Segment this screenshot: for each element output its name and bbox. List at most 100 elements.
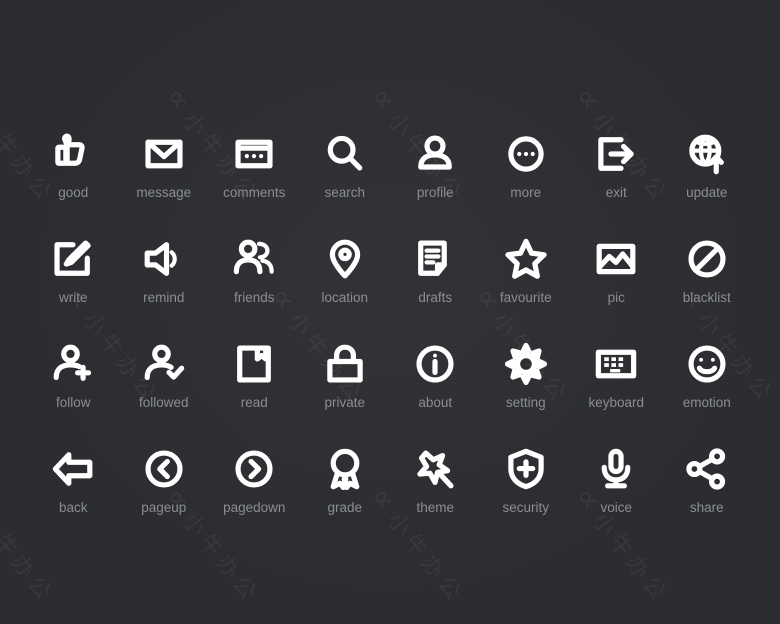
icon-grid: good message comments search profile more exit… (0, 118, 780, 538)
icon-cell-comments[interactable]: comments (209, 118, 300, 223)
shield-plus-icon[interactable] (504, 447, 548, 491)
icon-cell-drafts[interactable]: drafts (390, 223, 481, 328)
icon-cell-friends[interactable]: friends (209, 223, 300, 328)
icon-label-back: back (58, 500, 88, 515)
icon-cell-keyboard[interactable]: keyboard (571, 328, 662, 433)
icon-label-search: search (324, 185, 366, 200)
icon-label-message: message (136, 185, 192, 200)
globe-upload-icon[interactable] (685, 132, 729, 176)
icon-label-more: more (510, 185, 542, 200)
magnifier-icon[interactable] (323, 132, 367, 176)
icon-label-theme: theme (416, 500, 455, 515)
gear-icon[interactable] (504, 342, 548, 386)
chevron-right-circle-icon[interactable] (232, 447, 276, 491)
icon-cell-setting[interactable]: setting (481, 328, 572, 433)
icon-cell-blacklist[interactable]: blacklist (662, 223, 753, 328)
icon-cell-message[interactable]: message (119, 118, 210, 223)
icon-cell-share[interactable]: share (662, 433, 753, 538)
watermark-text: ∝小牛办公 (467, 0, 579, 10)
icon-label-private: private (324, 395, 366, 410)
info-circle-icon[interactable] (413, 342, 457, 386)
icon-cell-pageup[interactable]: pageup (119, 433, 210, 538)
icon-cell-grade[interactable]: grade (300, 433, 391, 538)
icon-label-favourite: favourite (499, 290, 552, 305)
icon-label-remind: remind (143, 290, 185, 305)
icon-label-security: security (502, 500, 549, 515)
icon-label-grade: grade (327, 500, 363, 515)
speaker-icon[interactable] (142, 237, 186, 281)
icon-label-keyboard: keyboard (588, 395, 645, 410)
medal-icon[interactable] (323, 447, 367, 491)
icon-label-voice: voice (600, 500, 632, 515)
microphone-icon[interactable] (594, 447, 638, 491)
icon-cell-location[interactable]: location (300, 223, 391, 328)
watermark-text: ∝小牛办公 (672, 0, 780, 10)
magic-wand-star-icon[interactable] (413, 447, 457, 491)
image-icon[interactable] (594, 237, 638, 281)
icon-cell-back[interactable]: back (28, 433, 119, 538)
icon-label-update: update (686, 185, 728, 200)
icon-label-good: good (58, 185, 89, 200)
document-icon[interactable] (413, 237, 457, 281)
icon-label-emotion: emotion (682, 395, 731, 410)
user-plus-icon[interactable] (51, 342, 95, 386)
icon-label-profile: profile (416, 185, 454, 200)
icon-cell-update[interactable]: update (662, 118, 753, 223)
icon-cell-follow[interactable]: follow (28, 328, 119, 433)
chevron-left-circle-icon[interactable] (142, 447, 186, 491)
icon-cell-about[interactable]: about (390, 328, 481, 433)
icon-label-setting: setting (505, 395, 546, 410)
icon-cell-followed[interactable]: followed (119, 328, 210, 433)
back-arrow-icon[interactable] (51, 447, 95, 491)
icon-label-pic: pic (607, 290, 625, 305)
map-pin-icon[interactable] (323, 237, 367, 281)
two-users-icon[interactable] (232, 237, 276, 281)
icon-cell-security[interactable]: security (481, 433, 572, 538)
watermark-text: ∝小牛办公 (57, 0, 169, 10)
icon-label-about: about (418, 395, 453, 410)
share-nodes-icon[interactable] (685, 447, 729, 491)
thumbs-up-icon[interactable] (51, 132, 95, 176)
envelope-icon[interactable] (142, 132, 186, 176)
icon-cell-remind[interactable]: remind (119, 223, 210, 328)
exit-arrow-icon[interactable] (594, 132, 638, 176)
icon-label-comments: comments (223, 185, 286, 200)
icon-cell-exit[interactable]: exit (571, 118, 662, 223)
icon-cell-private[interactable]: private (300, 328, 391, 433)
lock-icon[interactable] (323, 342, 367, 386)
smiley-icon[interactable] (685, 342, 729, 386)
icon-label-drafts: drafts (418, 290, 453, 305)
icon-label-pagedown: pagedown (223, 500, 286, 515)
icon-cell-pic[interactable]: pic (571, 223, 662, 328)
star-icon[interactable] (504, 237, 548, 281)
icon-label-location: location (321, 290, 369, 305)
book-bookmark-icon[interactable] (232, 342, 276, 386)
icon-cell-more[interactable]: more (481, 118, 572, 223)
icon-label-write: write (58, 290, 88, 305)
icon-label-followed: followed (138, 395, 189, 410)
icon-label-read: read (240, 395, 268, 410)
icon-label-exit: exit (605, 185, 627, 200)
user-icon[interactable] (413, 132, 457, 176)
icon-cell-profile[interactable]: profile (390, 118, 481, 223)
icon-label-share: share (689, 500, 724, 515)
ellipsis-circle-icon[interactable] (504, 132, 548, 176)
icon-cell-emotion[interactable]: emotion (662, 328, 753, 433)
icon-label-follow: follow (55, 395, 91, 410)
user-check-icon[interactable] (142, 342, 186, 386)
icon-cell-favourite[interactable]: favourite (481, 223, 572, 328)
icon-set-board: ∝小牛办公∝小牛办公∝小牛办公∝小牛办公∝小牛办公∝小牛办公∝小牛办公∝小牛办公… (0, 0, 780, 624)
icon-cell-search[interactable]: search (300, 118, 391, 223)
icon-label-pageup: pageup (141, 500, 187, 515)
icon-cell-pagedown[interactable]: pagedown (209, 433, 300, 538)
keyboard-icon[interactable] (594, 342, 638, 386)
icon-cell-theme[interactable]: theme (390, 433, 481, 538)
comment-box-icon[interactable] (232, 132, 276, 176)
watermark-text: ∝小牛办公 (262, 0, 374, 10)
icon-cell-voice[interactable]: voice (571, 433, 662, 538)
icon-cell-write[interactable]: write (28, 223, 119, 328)
icon-cell-good[interactable]: good (28, 118, 119, 223)
ban-icon[interactable] (685, 237, 729, 281)
pencil-square-icon[interactable] (51, 237, 95, 281)
icon-cell-read[interactable]: read (209, 328, 300, 433)
